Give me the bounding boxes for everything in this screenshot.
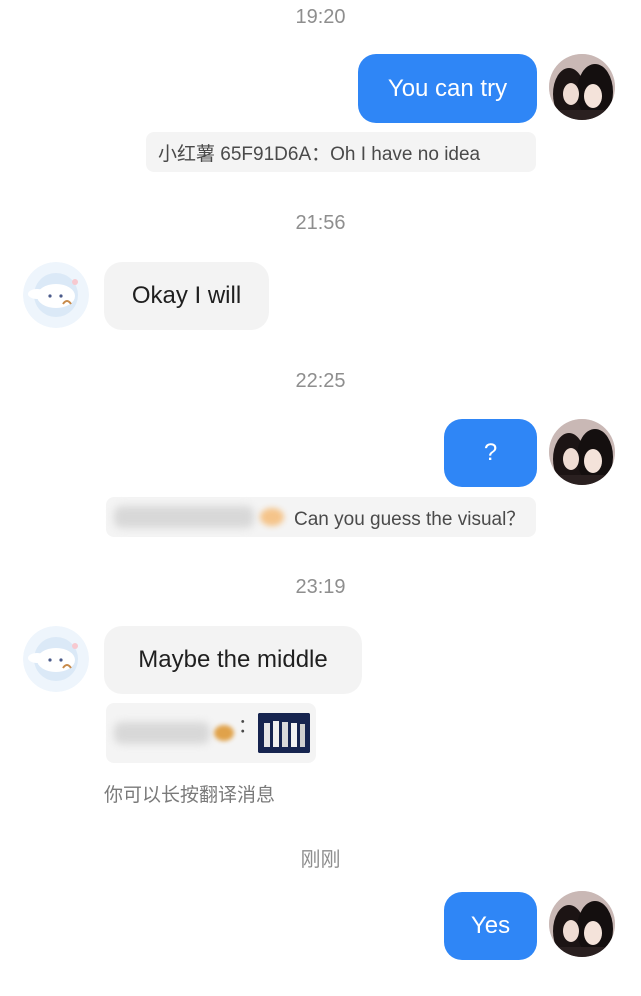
group-photo-icon	[258, 713, 310, 753]
outgoing-message-bubble[interactable]: You can try	[358, 54, 537, 123]
blurred-sender-name	[114, 506, 254, 528]
translate-hint: 你可以长按翻译消息	[104, 785, 276, 806]
girls-selfie-avatar-icon	[549, 419, 615, 485]
quoted-reply[interactable]: Can you guess the visual？	[106, 497, 536, 537]
self-avatar[interactable]	[549, 54, 615, 120]
timestamp: 23:19	[295, 576, 346, 598]
blurred-sender-name	[114, 722, 210, 744]
timestamp: 19:20	[295, 6, 346, 28]
quote-colon: ：	[238, 715, 258, 737]
quoted-reply[interactable]: 小红薯 65F91D6A：Oh I have no idea	[146, 132, 536, 172]
timestamp: 21:56	[295, 212, 346, 234]
quoted-photo-thumbnail[interactable]	[258, 713, 310, 753]
incoming-message-bubble[interactable]: Maybe the middle	[104, 626, 362, 694]
sweet-potato-icon	[260, 508, 284, 526]
quoted-reply-text: Can you guess the visual？	[294, 508, 526, 530]
contact-avatar[interactable]	[23, 262, 89, 328]
cinnamoroll-avatar-icon	[23, 626, 89, 692]
sweet-potato-icon	[214, 725, 234, 741]
cinnamoroll-avatar-icon	[23, 262, 89, 328]
contact-avatar[interactable]	[23, 626, 89, 692]
incoming-message-bubble[interactable]: Okay I will	[104, 262, 269, 330]
timestamp: 刚刚	[300, 849, 341, 871]
outgoing-message-bubble[interactable]: ?	[444, 419, 537, 487]
outgoing-message-bubble[interactable]: Yes	[444, 892, 537, 960]
girls-selfie-avatar-icon	[549, 891, 615, 957]
self-avatar[interactable]	[549, 891, 615, 957]
girls-selfie-avatar-icon	[549, 54, 615, 120]
timestamp: 22:25	[295, 370, 346, 392]
self-avatar[interactable]	[549, 419, 615, 485]
